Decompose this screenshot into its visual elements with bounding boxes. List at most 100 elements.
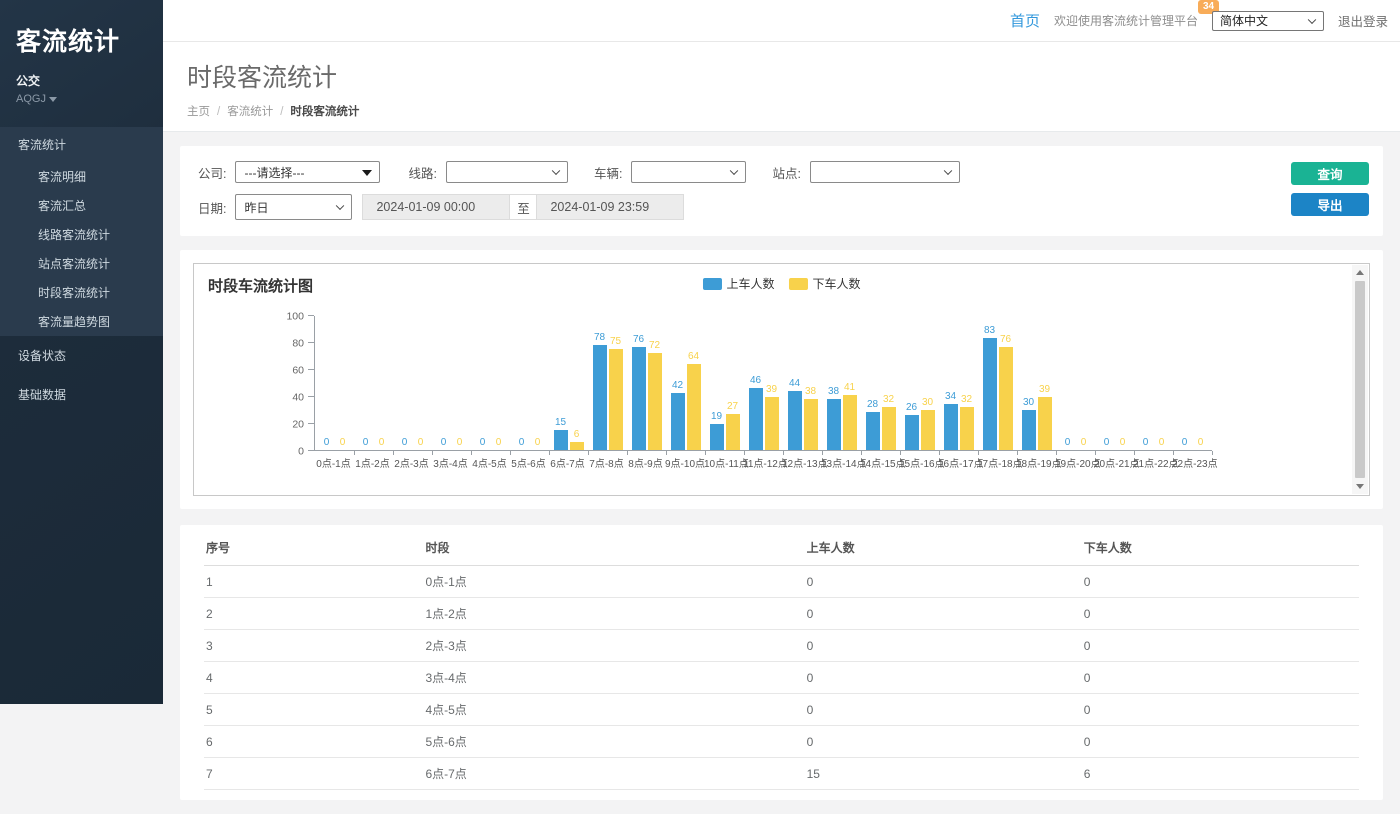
table-cell: 5点-6点 <box>423 726 804 758</box>
chart-bar[interactable] <box>999 347 1013 450</box>
org-code-dropdown[interactable]: AQGJ <box>16 93 147 105</box>
chart-bar-column: 75 <box>609 337 623 450</box>
scrollbar-down-arrow-icon[interactable] <box>1352 479 1368 494</box>
sidebar-item[interactable]: 站点客流统计 <box>0 249 163 278</box>
chart-bar[interactable] <box>593 345 607 450</box>
station-select[interactable] <box>810 161 960 183</box>
table-cell: 0点-1点 <box>423 566 804 598</box>
chart-bar-value-label: 0 <box>1065 438 1071 448</box>
chart-bar[interactable] <box>648 353 662 450</box>
table-cell: 6 <box>1082 758 1359 790</box>
chart-bar[interactable] <box>843 395 857 450</box>
query-button[interactable]: 查询 <box>1291 162 1369 185</box>
org-code-label: AQGJ <box>16 93 46 105</box>
chart-bar-column: 41 <box>843 383 857 450</box>
x-axis-category-label: 5点-6点 <box>509 455 548 470</box>
table-row: 65点-6点00 <box>204 726 1359 758</box>
chart-bar-group: 00 <box>1095 315 1134 450</box>
sidebar-item[interactable]: 客流明细 <box>0 162 163 191</box>
vehicle-select[interactable] <box>631 161 746 183</box>
table-cell: 3 <box>204 630 423 662</box>
chart-bar[interactable] <box>866 412 880 450</box>
chart-bar[interactable] <box>710 424 724 450</box>
chart-bar[interactable] <box>570 442 584 450</box>
sidebar-item[interactable]: 客流量趋势图 <box>0 307 163 336</box>
chart-bar[interactable] <box>944 404 958 450</box>
chart-bar[interactable] <box>671 393 685 450</box>
chart-bar-value-label: 38 <box>805 387 816 397</box>
chart-bar[interactable] <box>788 391 802 450</box>
chart-bar-value-label: 0 <box>1081 438 1087 448</box>
chart-bar-column: 72 <box>648 341 662 450</box>
chart-bar-column: 78 <box>593 333 607 450</box>
filter-row-2: 日期: 昨日 2024-01-09 00:00 至 2024-01-09 23:… <box>198 194 1365 220</box>
home-link[interactable]: 首页 <box>1010 10 1040 31</box>
chart-bar[interactable] <box>749 388 763 450</box>
chart-bar[interactable] <box>882 407 896 450</box>
chart-bar[interactable] <box>804 399 818 450</box>
chart-vertical-scrollbar[interactable] <box>1352 265 1368 494</box>
sidebar: 客流统计 公交 AQGJ 客流统计客流明细客流汇总线路客流统计站点客流统计时段客… <box>0 0 163 704</box>
table-cell: 3点-4点 <box>423 662 804 694</box>
chart-bar-group: 8376 <box>978 315 1017 450</box>
x-axis-category-label: 1点-2点 <box>353 455 392 470</box>
company-select-value: ---请选择--- <box>244 164 304 181</box>
sidebar-item[interactable]: 客流统计 <box>0 127 163 162</box>
date-to-input[interactable]: 2024-01-09 23:59 <box>537 194 684 220</box>
chart-bar[interactable] <box>905 415 919 450</box>
company-select[interactable]: ---请选择--- <box>235 161 380 183</box>
sidebar-item[interactable]: 时段客流统计 <box>0 278 163 307</box>
breadcrumb-item[interactable]: 主页 <box>187 106 210 118</box>
chart-bar[interactable] <box>983 338 997 450</box>
legend-item[interactable]: 下车人数 <box>789 275 861 292</box>
chart-bar[interactable] <box>1038 397 1052 450</box>
x-axis-category-label: 6点-7点 <box>548 455 587 470</box>
chart-bar[interactable] <box>687 364 701 450</box>
chart-bar-column: 0 <box>1139 438 1153 450</box>
sidebar-item[interactable]: 线路客流统计 <box>0 220 163 249</box>
chart-bar[interactable] <box>726 414 740 450</box>
logout-link[interactable]: 退出登录 <box>1338 11 1388 30</box>
chart-bar-column: 15 <box>554 418 568 450</box>
legend-item[interactable]: 上车人数 <box>702 275 774 292</box>
language-select[interactable]: 简体中文 <box>1212 11 1324 31</box>
table-row: 21点-2点00 <box>204 598 1359 630</box>
sidebar-item[interactable]: 客流汇总 <box>0 191 163 220</box>
breadcrumb-item[interactable]: 客流统计 <box>227 106 273 118</box>
chart-bar[interactable] <box>921 410 935 451</box>
table-cell: 0 <box>805 598 1082 630</box>
chart-bar[interactable] <box>632 347 646 450</box>
chart-bar[interactable] <box>765 397 779 450</box>
chart-bar[interactable] <box>1022 410 1036 451</box>
chart-bar-column: 0 <box>476 438 490 450</box>
table-cell: 0 <box>1082 598 1359 630</box>
sidebar-item[interactable]: 设备状态 <box>0 336 163 375</box>
line-select[interactable] <box>446 161 568 183</box>
chart-bar-value-label: 76 <box>633 335 644 345</box>
scrollbar-up-arrow-icon[interactable] <box>1352 265 1368 280</box>
chart-bar-value-label: 0 <box>1159 438 1165 448</box>
export-button[interactable]: 导出 <box>1291 193 1369 216</box>
chart-bar-value-label: 75 <box>610 337 621 347</box>
chart-bar-column: 26 <box>905 403 919 450</box>
date-from-input[interactable]: 2024-01-09 00:00 <box>362 194 509 220</box>
chart-bar-value-label: 0 <box>1104 438 1110 448</box>
chart-bar[interactable] <box>609 349 623 450</box>
chart-bar-column: 38 <box>827 387 841 450</box>
chart-bar-value-label: 72 <box>649 341 660 351</box>
chart-bar-value-label: 38 <box>828 387 839 397</box>
chart-bar[interactable] <box>554 430 568 450</box>
sidebar-item[interactable]: 基础数据 <box>0 375 163 414</box>
chart-bar-value-label: 30 <box>922 398 933 408</box>
vehicle-label: 车辆: <box>594 163 622 182</box>
chart-card: 时段车流统计图 上车人数下车人数 020406080100 0000000000… <box>180 250 1383 509</box>
chart-bar-value-label: 0 <box>457 438 463 448</box>
chart-bar-value-label: 15 <box>555 418 566 428</box>
chart-bar-value-label: 6 <box>574 430 580 440</box>
scrollbar-thumb[interactable] <box>1355 281 1365 478</box>
chart-bar[interactable] <box>827 399 841 450</box>
x-axis-category-label: 17点-18点 <box>977 455 1016 470</box>
date-preset-select[interactable]: 昨日 <box>235 194 352 220</box>
chart-bar[interactable] <box>960 407 974 450</box>
chart-bar-value-label: 27 <box>727 402 738 412</box>
